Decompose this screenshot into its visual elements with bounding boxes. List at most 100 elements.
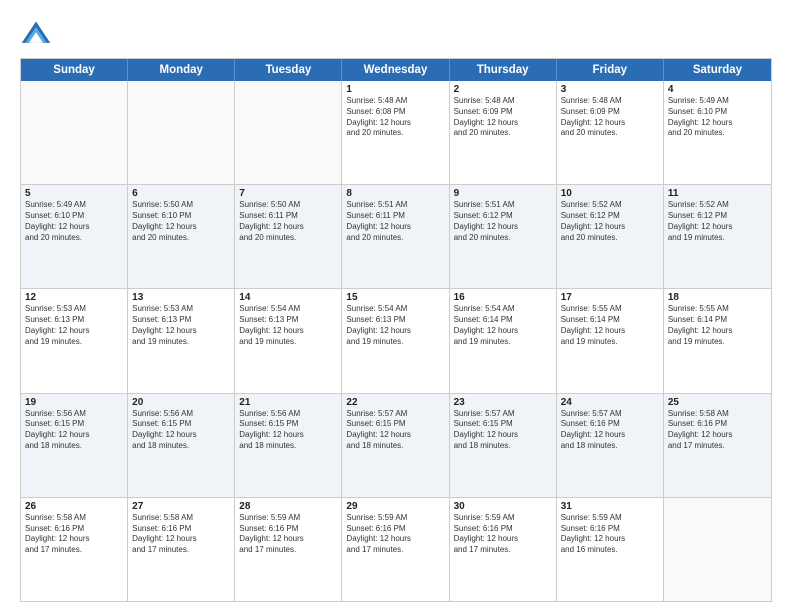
- day-number: 17: [561, 292, 659, 303]
- cell-info-text: Sunrise: 5:50 AM Sunset: 6:10 PM Dayligh…: [132, 200, 230, 243]
- day-number: 14: [239, 292, 337, 303]
- day-cell-20: 20Sunrise: 5:56 AM Sunset: 6:15 PM Dayli…: [128, 394, 235, 497]
- cell-info-text: Sunrise: 5:54 AM Sunset: 6:13 PM Dayligh…: [346, 304, 444, 347]
- day-number: 25: [668, 397, 767, 408]
- empty-cell-0-0: [21, 81, 128, 184]
- cell-info-text: Sunrise: 5:57 AM Sunset: 6:15 PM Dayligh…: [346, 409, 444, 452]
- day-number: 9: [454, 188, 552, 199]
- header-day-sunday: Sunday: [21, 59, 128, 81]
- calendar-row-2: 12Sunrise: 5:53 AM Sunset: 6:13 PM Dayli…: [21, 288, 771, 392]
- header-day-thursday: Thursday: [450, 59, 557, 81]
- cell-info-text: Sunrise: 5:59 AM Sunset: 6:16 PM Dayligh…: [454, 513, 552, 556]
- cell-info-text: Sunrise: 5:51 AM Sunset: 6:11 PM Dayligh…: [346, 200, 444, 243]
- day-number: 30: [454, 501, 552, 512]
- header-day-wednesday: Wednesday: [342, 59, 449, 81]
- header-day-saturday: Saturday: [664, 59, 771, 81]
- cell-info-text: Sunrise: 5:56 AM Sunset: 6:15 PM Dayligh…: [239, 409, 337, 452]
- cell-info-text: Sunrise: 5:59 AM Sunset: 6:16 PM Dayligh…: [561, 513, 659, 556]
- day-number: 16: [454, 292, 552, 303]
- day-cell-11: 11Sunrise: 5:52 AM Sunset: 6:12 PM Dayli…: [664, 185, 771, 288]
- day-number: 20: [132, 397, 230, 408]
- cell-info-text: Sunrise: 5:55 AM Sunset: 6:14 PM Dayligh…: [561, 304, 659, 347]
- calendar: SundayMondayTuesdayWednesdayThursdayFrid…: [20, 58, 772, 602]
- day-cell-21: 21Sunrise: 5:56 AM Sunset: 6:15 PM Dayli…: [235, 394, 342, 497]
- day-number: 10: [561, 188, 659, 199]
- day-number: 19: [25, 397, 123, 408]
- day-number: 4: [668, 84, 767, 95]
- day-number: 18: [668, 292, 767, 303]
- day-number: 3: [561, 84, 659, 95]
- header: [20, 18, 772, 50]
- day-number: 23: [454, 397, 552, 408]
- day-number: 21: [239, 397, 337, 408]
- cell-info-text: Sunrise: 5:56 AM Sunset: 6:15 PM Dayligh…: [25, 409, 123, 452]
- cell-info-text: Sunrise: 5:52 AM Sunset: 6:12 PM Dayligh…: [668, 200, 767, 243]
- cell-info-text: Sunrise: 5:50 AM Sunset: 6:11 PM Dayligh…: [239, 200, 337, 243]
- cell-info-text: Sunrise: 5:59 AM Sunset: 6:16 PM Dayligh…: [346, 513, 444, 556]
- day-number: 27: [132, 501, 230, 512]
- cell-info-text: Sunrise: 5:53 AM Sunset: 6:13 PM Dayligh…: [25, 304, 123, 347]
- cell-info-text: Sunrise: 5:59 AM Sunset: 6:16 PM Dayligh…: [239, 513, 337, 556]
- cell-info-text: Sunrise: 5:57 AM Sunset: 6:15 PM Dayligh…: [454, 409, 552, 452]
- header-day-friday: Friday: [557, 59, 664, 81]
- day-number: 11: [668, 188, 767, 199]
- logo-icon: [20, 18, 52, 50]
- day-cell-5: 5Sunrise: 5:49 AM Sunset: 6:10 PM Daylig…: [21, 185, 128, 288]
- cell-info-text: Sunrise: 5:58 AM Sunset: 6:16 PM Dayligh…: [132, 513, 230, 556]
- cell-info-text: Sunrise: 5:51 AM Sunset: 6:12 PM Dayligh…: [454, 200, 552, 243]
- day-number: 12: [25, 292, 123, 303]
- empty-cell-4-6: [664, 498, 771, 601]
- day-number: 13: [132, 292, 230, 303]
- day-cell-2: 2Sunrise: 5:48 AM Sunset: 6:09 PM Daylig…: [450, 81, 557, 184]
- calendar-row-4: 26Sunrise: 5:58 AM Sunset: 6:16 PM Dayli…: [21, 497, 771, 601]
- day-cell-28: 28Sunrise: 5:59 AM Sunset: 6:16 PM Dayli…: [235, 498, 342, 601]
- day-number: 22: [346, 397, 444, 408]
- header-day-monday: Monday: [128, 59, 235, 81]
- day-cell-1: 1Sunrise: 5:48 AM Sunset: 6:08 PM Daylig…: [342, 81, 449, 184]
- day-cell-16: 16Sunrise: 5:54 AM Sunset: 6:14 PM Dayli…: [450, 289, 557, 392]
- day-cell-8: 8Sunrise: 5:51 AM Sunset: 6:11 PM Daylig…: [342, 185, 449, 288]
- day-cell-31: 31Sunrise: 5:59 AM Sunset: 6:16 PM Dayli…: [557, 498, 664, 601]
- day-cell-4: 4Sunrise: 5:49 AM Sunset: 6:10 PM Daylig…: [664, 81, 771, 184]
- day-number: 24: [561, 397, 659, 408]
- day-cell-27: 27Sunrise: 5:58 AM Sunset: 6:16 PM Dayli…: [128, 498, 235, 601]
- day-number: 31: [561, 501, 659, 512]
- day-cell-23: 23Sunrise: 5:57 AM Sunset: 6:15 PM Dayli…: [450, 394, 557, 497]
- cell-info-text: Sunrise: 5:57 AM Sunset: 6:16 PM Dayligh…: [561, 409, 659, 452]
- day-cell-14: 14Sunrise: 5:54 AM Sunset: 6:13 PM Dayli…: [235, 289, 342, 392]
- calendar-row-1: 5Sunrise: 5:49 AM Sunset: 6:10 PM Daylig…: [21, 184, 771, 288]
- day-number: 15: [346, 292, 444, 303]
- cell-info-text: Sunrise: 5:48 AM Sunset: 6:09 PM Dayligh…: [561, 96, 659, 139]
- calendar-body: 1Sunrise: 5:48 AM Sunset: 6:08 PM Daylig…: [21, 81, 771, 601]
- cell-info-text: Sunrise: 5:53 AM Sunset: 6:13 PM Dayligh…: [132, 304, 230, 347]
- day-cell-30: 30Sunrise: 5:59 AM Sunset: 6:16 PM Dayli…: [450, 498, 557, 601]
- day-number: 28: [239, 501, 337, 512]
- day-cell-22: 22Sunrise: 5:57 AM Sunset: 6:15 PM Dayli…: [342, 394, 449, 497]
- cell-info-text: Sunrise: 5:56 AM Sunset: 6:15 PM Dayligh…: [132, 409, 230, 452]
- day-number: 5: [25, 188, 123, 199]
- calendar-header: SundayMondayTuesdayWednesdayThursdayFrid…: [21, 59, 771, 81]
- day-cell-18: 18Sunrise: 5:55 AM Sunset: 6:14 PM Dayli…: [664, 289, 771, 392]
- cell-info-text: Sunrise: 5:55 AM Sunset: 6:14 PM Dayligh…: [668, 304, 767, 347]
- day-cell-3: 3Sunrise: 5:48 AM Sunset: 6:09 PM Daylig…: [557, 81, 664, 184]
- calendar-row-3: 19Sunrise: 5:56 AM Sunset: 6:15 PM Dayli…: [21, 393, 771, 497]
- day-cell-25: 25Sunrise: 5:58 AM Sunset: 6:16 PM Dayli…: [664, 394, 771, 497]
- empty-cell-0-1: [128, 81, 235, 184]
- cell-info-text: Sunrise: 5:48 AM Sunset: 6:09 PM Dayligh…: [454, 96, 552, 139]
- empty-cell-0-2: [235, 81, 342, 184]
- day-number: 2: [454, 84, 552, 95]
- day-cell-9: 9Sunrise: 5:51 AM Sunset: 6:12 PM Daylig…: [450, 185, 557, 288]
- day-cell-29: 29Sunrise: 5:59 AM Sunset: 6:16 PM Dayli…: [342, 498, 449, 601]
- day-cell-12: 12Sunrise: 5:53 AM Sunset: 6:13 PM Dayli…: [21, 289, 128, 392]
- day-cell-24: 24Sunrise: 5:57 AM Sunset: 6:16 PM Dayli…: [557, 394, 664, 497]
- day-cell-19: 19Sunrise: 5:56 AM Sunset: 6:15 PM Dayli…: [21, 394, 128, 497]
- day-number: 6: [132, 188, 230, 199]
- cell-info-text: Sunrise: 5:54 AM Sunset: 6:14 PM Dayligh…: [454, 304, 552, 347]
- day-cell-7: 7Sunrise: 5:50 AM Sunset: 6:11 PM Daylig…: [235, 185, 342, 288]
- day-cell-10: 10Sunrise: 5:52 AM Sunset: 6:12 PM Dayli…: [557, 185, 664, 288]
- day-number: 1: [346, 84, 444, 95]
- day-cell-6: 6Sunrise: 5:50 AM Sunset: 6:10 PM Daylig…: [128, 185, 235, 288]
- day-cell-15: 15Sunrise: 5:54 AM Sunset: 6:13 PM Dayli…: [342, 289, 449, 392]
- calendar-row-0: 1Sunrise: 5:48 AM Sunset: 6:08 PM Daylig…: [21, 81, 771, 184]
- page: SundayMondayTuesdayWednesdayThursdayFrid…: [0, 0, 792, 612]
